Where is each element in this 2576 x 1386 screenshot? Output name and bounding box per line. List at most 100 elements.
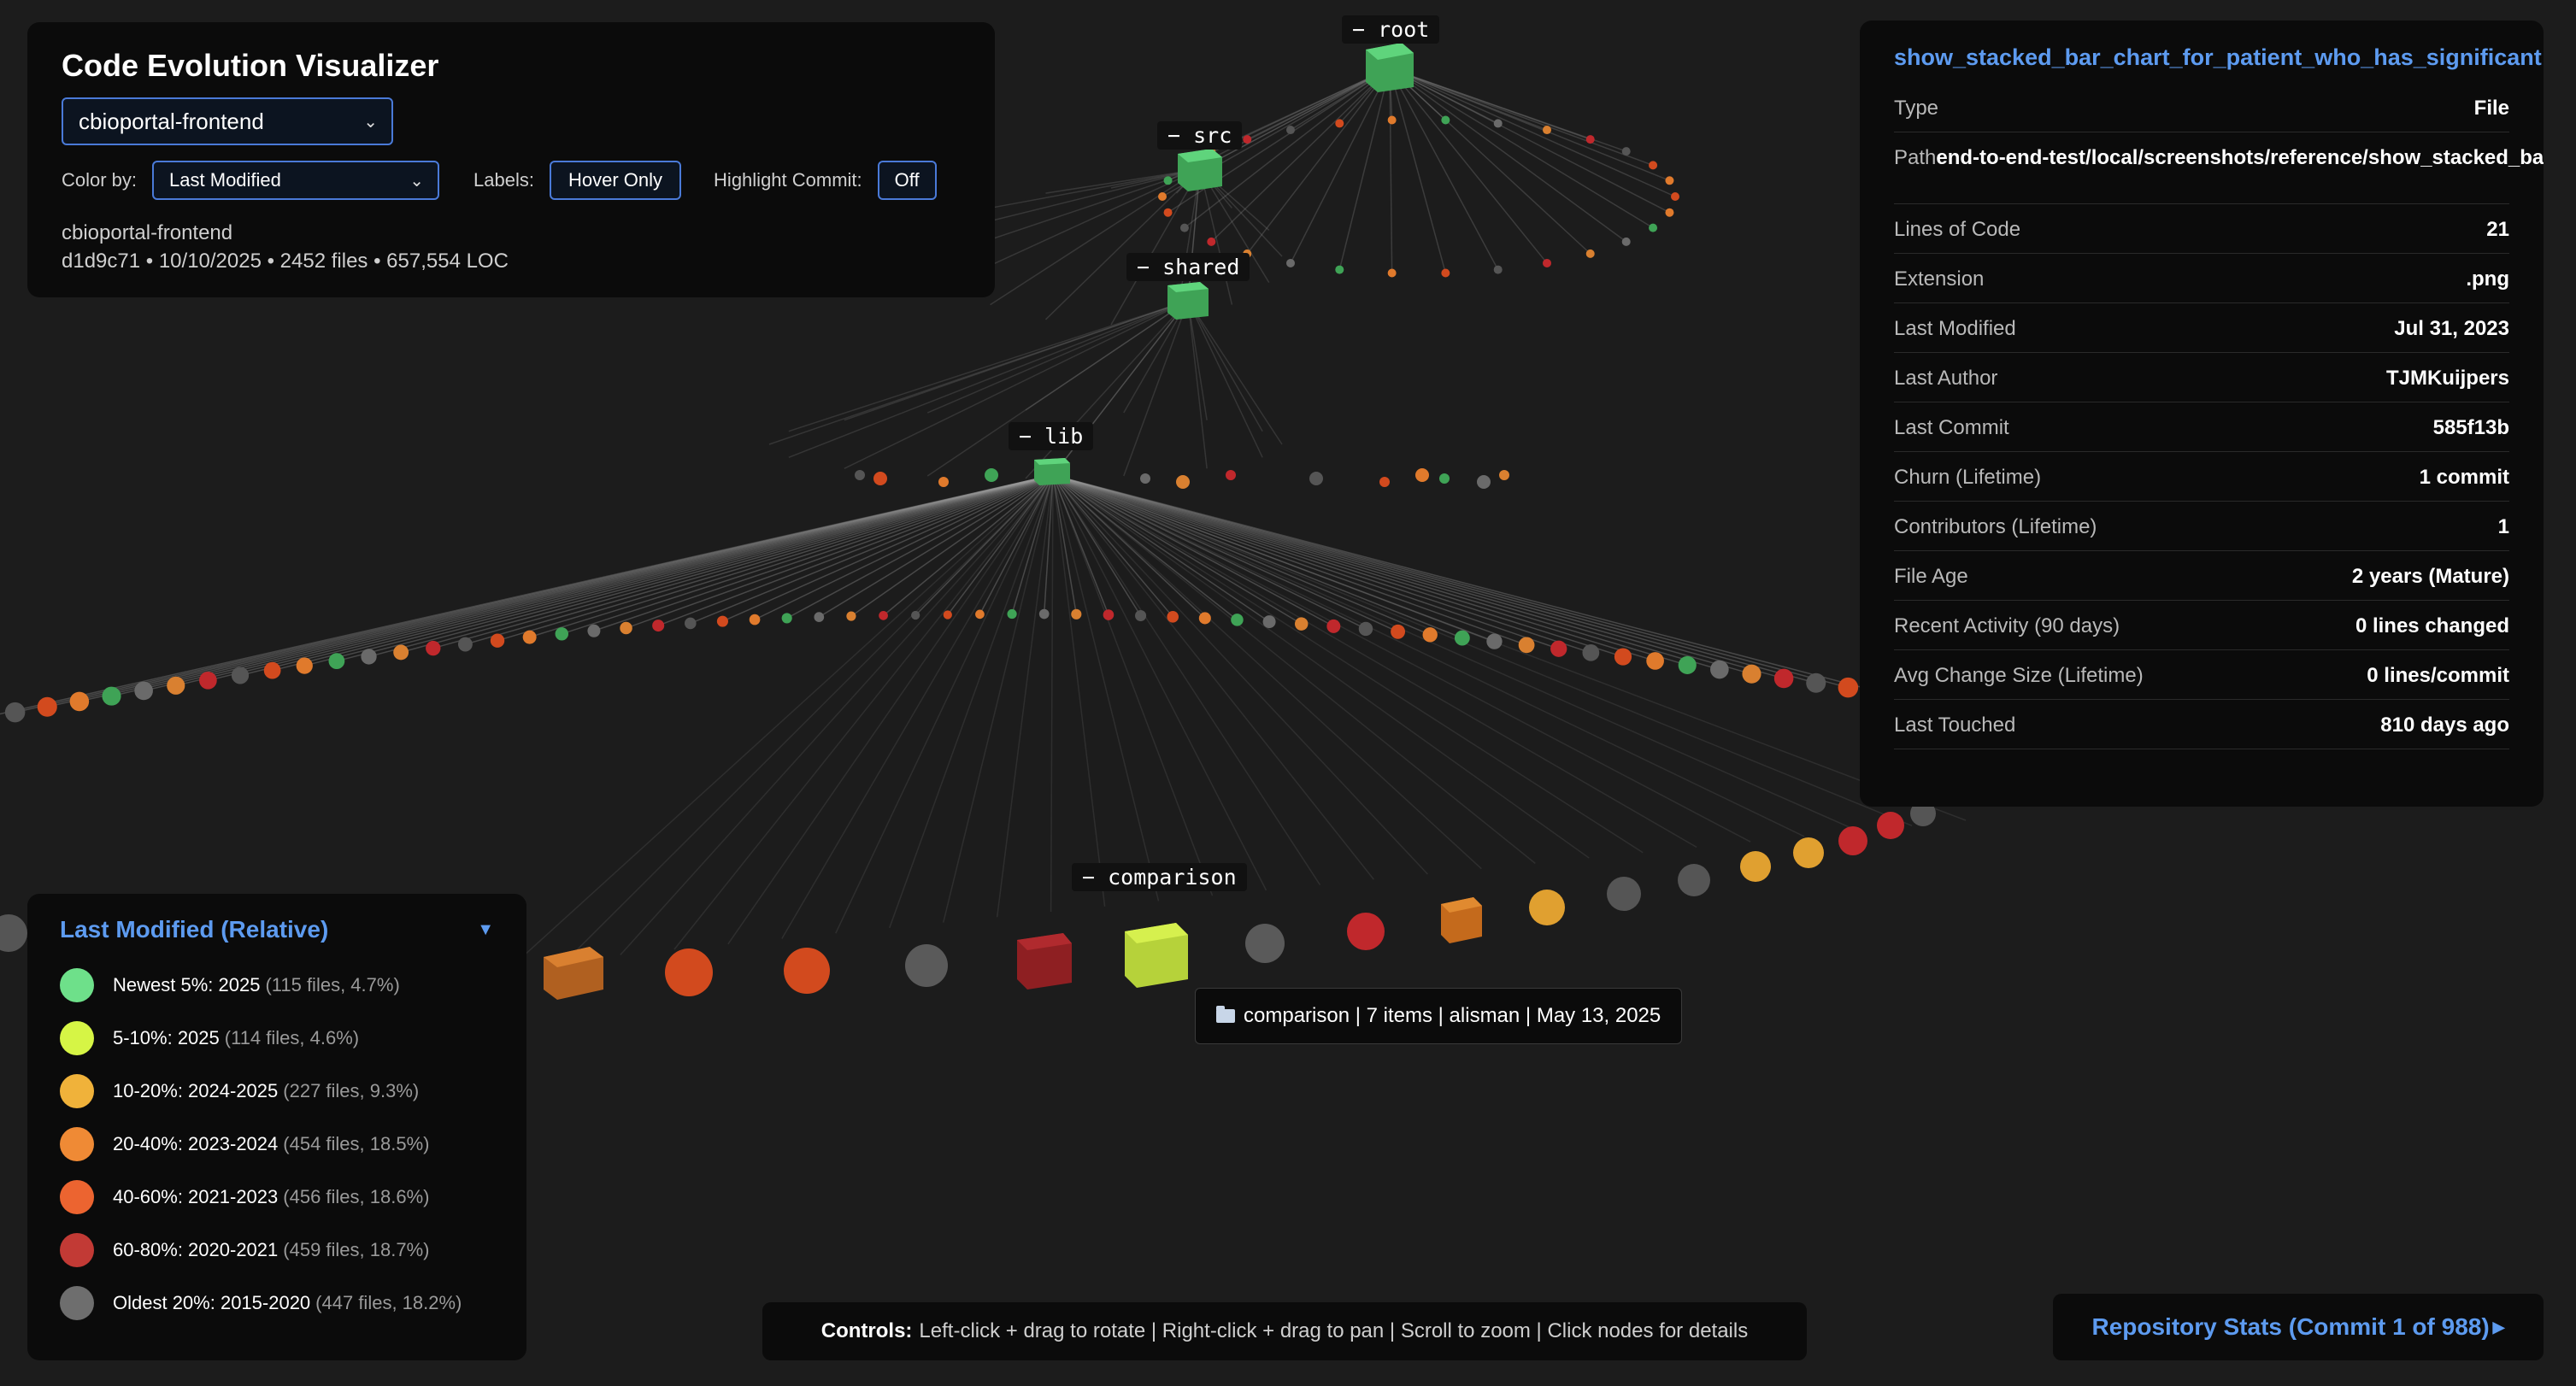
legend-label: 40-60%: 2021-2023 [113,1186,279,1207]
legend-label: 10-20%: 2024-2025 [113,1080,279,1101]
detail-value: File [2473,97,2509,120]
legend-swatch [60,1180,94,1214]
node-label-root[interactable]: − root [1342,15,1440,44]
file-node[interactable] [1678,864,1710,896]
color-by-select[interactable]: Last Modified ⌄ [152,161,440,200]
file-node[interactable] [905,944,948,987]
labels-toggle-button[interactable]: Hover Only [550,161,682,200]
legend-item: 60-80%: 2020-2021 (459 files, 18.7%) [60,1224,494,1277]
detail-row: Recent Activity (90 days) 0 lines changed [1894,601,2509,650]
repository-stats-button[interactable]: Repository Stats (Commit 1 of 988) ▶ [2053,1294,2544,1360]
file-node[interactable] [784,948,830,994]
legend-swatch [60,1286,94,1320]
detail-key: Avg Change Size (Lifetime) [1894,664,2144,687]
repo-name: cbioportal-frontend [62,221,233,244]
folder-node-root[interactable] [1366,43,1414,92]
detail-key: File Age [1894,565,1968,588]
detail-value: 21 [2486,218,2509,241]
detail-row: Last Commit 585f13b [1894,402,2509,452]
folder-node-src[interactable] [1178,149,1222,191]
controls-text: Left-click + drag to rotate | Right-clic… [919,1319,1749,1342]
detail-value: 2 years (Mature) [2351,565,2509,588]
detail-row: Contributors (Lifetime) 1 [1894,502,2509,551]
triangle-down-icon[interactable]: ▼ [477,920,494,940]
labels-label: Labels: [473,169,534,191]
detail-key: Recent Activity (90 days) [1894,614,2120,637]
file-node[interactable] [665,948,713,996]
file-details-panel: show_stacked_bar_chart_for_patient_who_h… [1860,21,2544,807]
node-label-shared[interactable]: − shared [1126,253,1250,281]
detail-row: Last Touched 810 days ago [1894,700,2509,749]
file-node[interactable] [1793,837,1824,868]
legend-detail: (454 files, 18.5%) [283,1133,430,1154]
legend-detail: (115 files, 4.7%) [265,974,400,995]
file-node[interactable] [1740,851,1771,882]
detail-value: TJMKuijpers [2385,367,2509,390]
detail-value: 810 days ago [2380,714,2509,737]
node-label-lib[interactable]: − lib [1009,422,1094,450]
color-by-label: Color by: [62,169,138,191]
legend-swatch [60,1127,94,1161]
file-node[interactable] [1347,913,1385,950]
controls-label: Controls: [820,1319,913,1342]
file-node[interactable] [1607,877,1641,911]
legend-label: 20-40%: 2023-2024 [113,1133,279,1154]
node-label-src[interactable]: − src [1157,121,1243,150]
detail-row: Avg Change Size (Lifetime) 0 lines/commit [1894,650,2509,700]
controls-hint-bar: Controls: Left-click + drag to rotate | … [762,1302,1807,1360]
legend-detail: (456 files, 18.6%) [283,1186,430,1207]
legend-swatch [60,1021,94,1055]
legend-detail: (459 files, 18.7%) [283,1239,430,1260]
detail-key: Lines of Code [1894,218,2021,241]
triangle-right-icon: ▶ [2492,1318,2505,1336]
legend-item: Newest 5%: 2025 (115 files, 4.7%) [60,959,494,1012]
legend-detail: (447 files, 18.2%) [315,1292,462,1313]
file-node[interactable] [1838,826,1867,855]
repository-select-value: cbioportal-frontend [79,108,264,134]
detail-key: Type [1894,97,1939,120]
detail-key: Extension [1894,267,1985,291]
color-by-select-value: Last Modified [169,169,281,191]
highlight-commit-button[interactable]: Off [877,161,937,200]
file-node[interactable] [1529,890,1565,925]
folder-node-comparison[interactable] [1125,923,1188,988]
control-panel: Code Evolution Visualizer cbioportal-fro… [27,22,995,297]
detail-row: File Age 2 years (Mature) [1894,551,2509,601]
detail-value: 0 lines/commit [2367,664,2509,687]
legend-item: 5-10%: 2025 (114 files, 4.6%) [60,1012,494,1065]
repo-meta: d1d9c71 • 10/10/2025 • 2452 files • 657,… [62,250,509,273]
folder-node-shared[interactable] [1167,282,1209,320]
detail-key: Path [1894,146,1937,169]
legend-swatch [60,968,94,1002]
legend-label: Newest 5%: 2025 [113,974,261,995]
file-node[interactable] [1245,924,1285,963]
node-tooltip: comparison | 7 items | alisman | May 13,… [1195,988,1683,1044]
detail-key: Last Modified [1894,317,2016,340]
tooltip-text: comparison | 7 items | alisman | May 13,… [1244,1004,1661,1027]
legend-label: 5-10%: 2025 [113,1027,220,1048]
legend-item: 20-40%: 2023-2024 (454 files, 18.5%) [60,1118,494,1171]
repository-stats-label: Repository Stats (Commit 1 of 988) [2091,1313,2490,1340]
detail-row: Extension .png [1894,254,2509,303]
detail-key: Contributors (Lifetime) [1894,515,2097,538]
detail-value: .png [2466,267,2509,291]
detail-row: Type File [1894,83,2509,132]
folder-icon [1216,1006,1235,1023]
detail-value: 585f13b [2432,416,2509,439]
file-node[interactable] [1017,933,1072,990]
detail-row: Last Modified Jul 31, 2023 [1894,303,2509,353]
file-node[interactable] [1877,812,1904,839]
detail-value: 0 lines changed [2355,614,2509,637]
detail-row: Last Author TJMKuijpers [1894,353,2509,402]
folder-node-lib[interactable] [1034,458,1070,485]
detail-value: 1 [2497,515,2509,538]
detail-key: Last Touched [1894,714,2016,737]
legend-detail: (227 files, 9.3%) [283,1080,420,1101]
repository-select[interactable]: cbioportal-frontend ⌄ [62,97,393,145]
detail-row: Lines of Code 21 [1894,204,2509,254]
file-node[interactable] [1441,897,1482,943]
chevron-down-icon: ⌄ [409,171,425,191]
options-row: Color by: Last Modified ⌄ Labels: Hover … [62,161,961,200]
legend-label: Oldest 20%: 2015-2020 [113,1292,311,1313]
node-label-comparison[interactable]: − comparison [1072,863,1247,891]
